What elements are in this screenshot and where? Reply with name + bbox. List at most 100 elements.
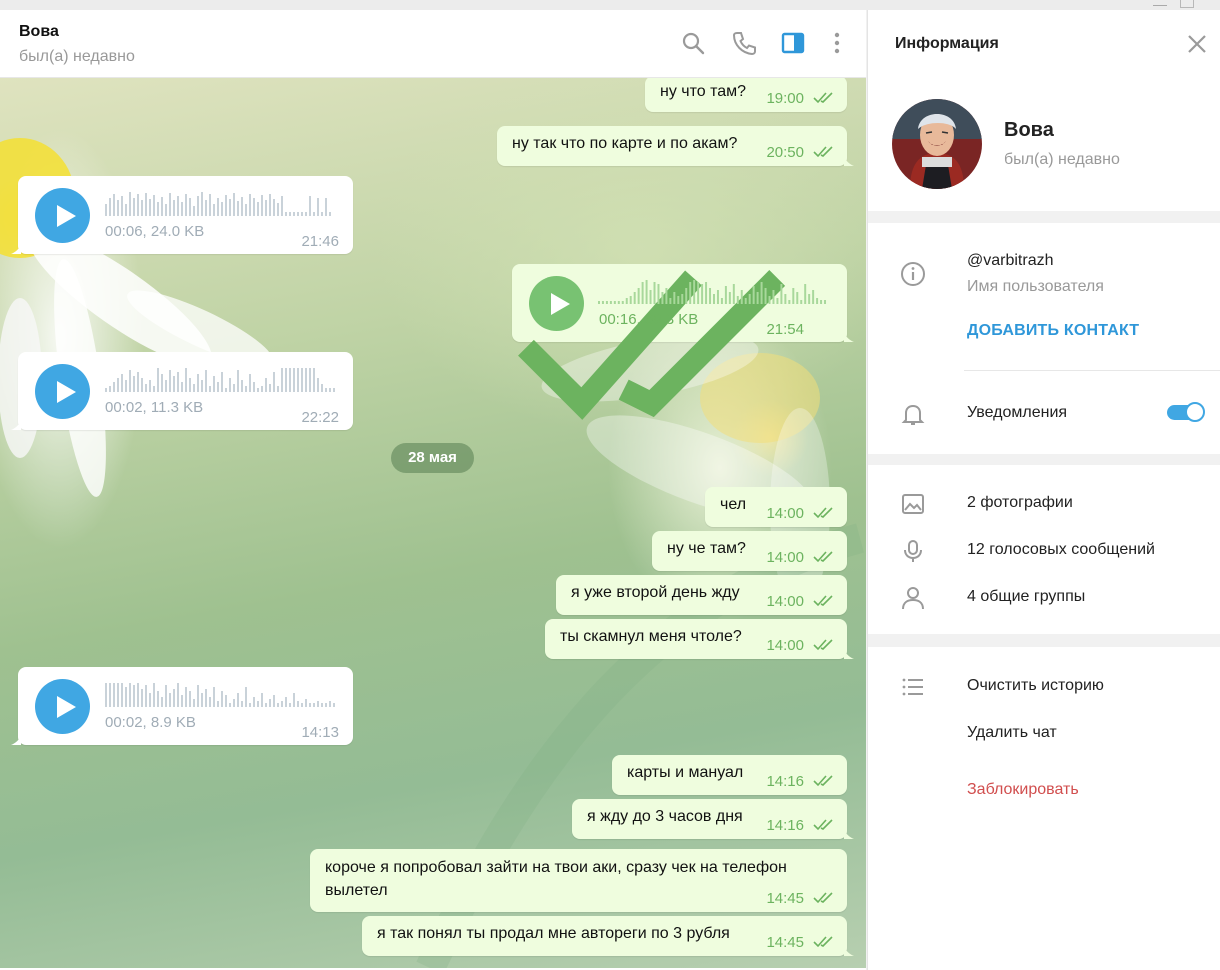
message-text: ты скамнул меня чтоле? — [560, 628, 742, 645]
microphone-icon — [904, 540, 922, 562]
maximize-icon[interactable] — [1180, 0, 1194, 8]
chat-pane: Вова был(а) недавно ну что там? 19:00 ну… — [0, 10, 866, 970]
message-text: чел — [720, 496, 747, 513]
shared-media-section: 2 фотографии 12 голосовых сообщений 4 об… — [868, 465, 1220, 634]
shared-photos[interactable]: 2 фотографии — [967, 494, 1073, 512]
message-bubble-outgoing[interactable]: ну что там? 19:00 — [645, 78, 847, 112]
message-text: ну так что по карте и по акам? — [512, 135, 738, 152]
list-icon — [902, 678, 923, 696]
voice-meta: 00:16, 69.3 KB — [599, 311, 699, 328]
add-contact-button[interactable]: ДОБАВИТЬ КОНТАКТ — [967, 322, 1139, 340]
date-separator: 28 мая — [391, 443, 474, 473]
bubble-tail — [844, 332, 854, 342]
chat-title[interactable]: Вова — [19, 23, 59, 41]
message-time: 14:45 — [766, 890, 804, 907]
message-text-line1: короче я попробовал зайти на твои аки, с… — [325, 859, 787, 876]
voice-meta: 00:02, 11.3 KB — [105, 399, 204, 416]
close-icon[interactable] — [1186, 33, 1208, 55]
bubble-tail — [844, 156, 854, 166]
voice-meta: 00:06, 24.0 KB — [105, 223, 205, 240]
read-checks-icon — [813, 775, 833, 787]
message-time: 21:46 — [301, 233, 339, 250]
photo-icon — [902, 494, 924, 514]
voice-waveform[interactable] — [105, 366, 337, 392]
voice-message-outgoing[interactable]: 00:16, 69.3 KB 21:54 — [512, 264, 854, 420]
message-bubble-outgoing[interactable]: ну че там? 14:00 — [652, 531, 847, 571]
chat-status: был(а) недавно — [19, 48, 135, 65]
message-bubble-outgoing[interactable]: я жду до 3 часов дня 14:16 — [572, 799, 854, 839]
read-checks-icon — [813, 92, 833, 104]
play-icon[interactable] — [529, 276, 584, 331]
play-icon[interactable] — [35, 364, 90, 419]
message-text: я жду до 3 часов дня — [587, 808, 743, 825]
bubble-tail — [844, 829, 854, 839]
voice-message-incoming[interactable]: 00:06, 24.0 KB 21:46 — [11, 176, 353, 254]
message-bubble-outgoing[interactable]: ну так что по карте и по акам? 20:50 — [497, 126, 854, 166]
voice-message-incoming[interactable]: 00:02, 11.3 KB 22:22 — [11, 352, 353, 430]
voice-meta: 00:02, 8.9 KB — [105, 714, 196, 731]
play-icon[interactable] — [35, 679, 90, 734]
message-text: ну что там? — [660, 83, 747, 100]
minimize-icon[interactable] — [1153, 0, 1167, 6]
message-time: 14:16 — [766, 773, 804, 790]
block-button[interactable]: Заблокировать — [967, 781, 1079, 799]
message-list[interactable]: ну что там? 19:00 ну так что по карте и … — [0, 78, 866, 968]
message-time: 19:00 — [766, 90, 804, 107]
read-checks-icon — [813, 892, 833, 904]
message-text: ну че там? — [667, 540, 746, 557]
read-checks-icon — [813, 639, 833, 651]
more-vert-icon[interactable] — [824, 30, 850, 56]
message-time: 21:54 — [766, 321, 804, 338]
bell-icon — [901, 404, 925, 425]
sidebar-toggle-icon[interactable] — [780, 30, 806, 56]
message-bubble-outgoing[interactable]: короче я попробовал зайти на твои аки, с… — [310, 849, 847, 912]
message-bubble-outgoing[interactable]: ты скамнул меня чтоле? 14:00 — [545, 619, 854, 659]
message-text-line2: вылетел — [325, 882, 388, 899]
message-bubble-outgoing[interactable]: чел 14:00 — [705, 487, 847, 527]
bubble-tail — [11, 244, 21, 254]
message-time: 14:45 — [766, 934, 804, 951]
search-icon[interactable] — [680, 30, 706, 56]
window-titlebar — [0, 0, 1220, 10]
avatar[interactable] — [892, 99, 982, 189]
message-text: карты и мануал — [627, 764, 744, 781]
voice-waveform[interactable] — [598, 278, 828, 304]
phone-icon[interactable] — [731, 30, 757, 56]
read-checks-icon — [813, 936, 833, 948]
message-bubble-outgoing[interactable]: карты и мануал 14:16 — [612, 755, 847, 795]
profile-section: Информация Вова был(а) недавно — [868, 10, 1220, 211]
divider — [964, 370, 1220, 371]
read-checks-icon — [813, 146, 833, 158]
message-text: я так понял ты продал мне автореги по 3 … — [377, 925, 730, 942]
bubble-tail — [11, 735, 21, 745]
read-checks-icon — [813, 507, 833, 519]
user-icon — [902, 587, 924, 610]
voice-message-incoming[interactable]: 00:02, 8.9 KB 14:13 — [11, 667, 353, 745]
shared-voice[interactable]: 12 голосовых сообщений — [967, 541, 1155, 559]
voice-waveform[interactable] — [105, 190, 337, 216]
clear-history-button[interactable]: Очистить историю — [967, 677, 1104, 695]
voice-waveform[interactable] — [105, 681, 337, 707]
info-icon — [901, 262, 925, 286]
common-groups[interactable]: 4 общие группы — [967, 588, 1085, 606]
play-icon[interactable] — [35, 188, 90, 243]
panel-title: Информация — [895, 35, 999, 52]
message-time: 22:22 — [301, 409, 339, 426]
message-bubble-outgoing[interactable]: я так понял ты продал мне автореги по 3 … — [362, 916, 854, 956]
contact-info-section: @varbitrazh Имя пользователя ДОБАВИТЬ КО… — [868, 223, 1220, 454]
actions-section: Очистить историю Удалить чат Заблокирова… — [868, 647, 1220, 970]
username-label: Имя пользователя — [967, 278, 1104, 295]
read-checks-icon — [813, 551, 833, 563]
username[interactable]: @varbitrazh — [967, 252, 1054, 270]
toggle-knob — [1185, 402, 1205, 422]
bubble-tail — [844, 946, 854, 956]
read-checks-icon — [813, 819, 833, 831]
message-time: 14:16 — [766, 817, 804, 834]
notifications-toggle[interactable] — [1167, 402, 1205, 422]
message-time: 14:13 — [301, 724, 339, 741]
delete-chat-button[interactable]: Удалить чат — [967, 724, 1057, 742]
message-bubble-outgoing[interactable]: я уже второй день жду 14:00 — [556, 575, 847, 615]
message-time: 14:00 — [766, 549, 804, 566]
profile-name: Вова — [1004, 119, 1054, 141]
chat-header[interactable]: Вова был(а) недавно — [0, 10, 866, 78]
